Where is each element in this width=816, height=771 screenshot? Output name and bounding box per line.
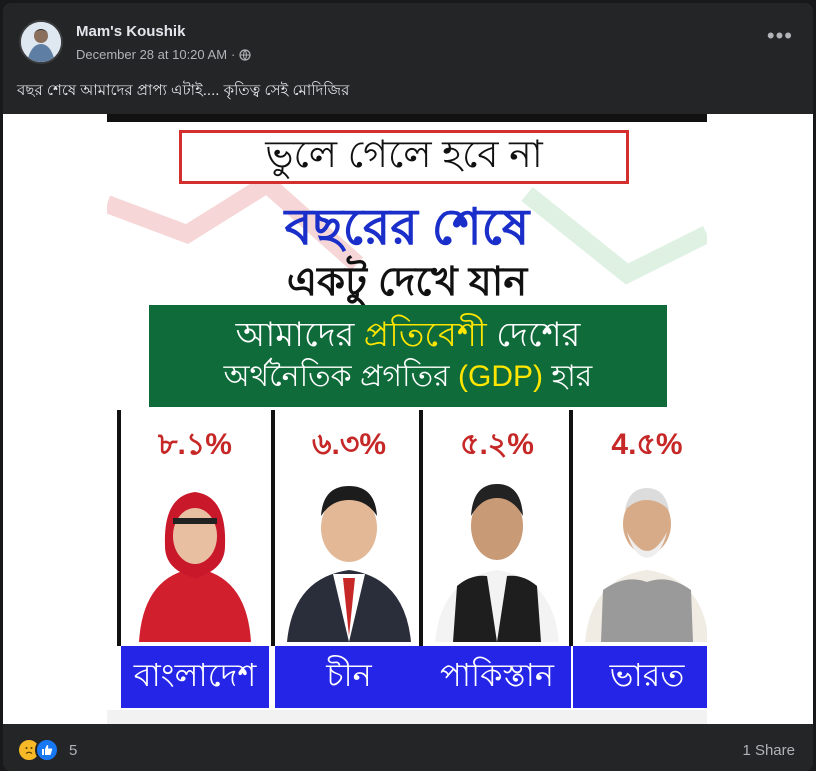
- leader-portrait: [435, 484, 559, 642]
- gdp-title-box: আমাদের প্রতিবেশী দেশের অর্থনৈতিক প্রগতির…: [149, 305, 667, 407]
- meta-separator: ·: [231, 47, 236, 62]
- country-column-india: 4.৫% ভারত: [573, 410, 707, 710]
- country-name: ভারত: [573, 646, 707, 708]
- country-name: বাংলাদেশ: [121, 646, 269, 708]
- gdp-percentage: 4.৫%: [611, 428, 683, 461]
- country-name: পাকিস্তান: [423, 646, 571, 708]
- gdp-title-text: দেশের: [486, 316, 581, 354]
- poster-bottom-strip: [107, 710, 707, 724]
- gdp-title-text: আমাদের: [235, 316, 364, 354]
- avatar-picture: [21, 22, 61, 62]
- gdp-percentage: ৬.৩%: [311, 428, 387, 461]
- gdp-title-text: অর্থনৈতিক প্রগতির: [223, 360, 458, 393]
- country-name: চীন: [275, 646, 423, 708]
- post-footer: 5 1 Share: [3, 724, 813, 771]
- reactions-summary[interactable]: 5: [17, 738, 77, 762]
- leader-portrait: [585, 488, 707, 642]
- country-column-pakistan: ৫.২% পাকিস্তান: [423, 410, 571, 710]
- gdp-percentage: ৮.১%: [158, 428, 232, 461]
- gdp-poster: ভুলে গেলে হবে না বছরের শেষে একটু দেখে যা…: [107, 114, 707, 724]
- gdp-title-line2: অর্থনৈতিক প্রগতির (GDP) হার: [149, 357, 667, 397]
- avatar[interactable]: [19, 20, 63, 64]
- poster-banner: ভুলে গেলে হবে না: [179, 130, 629, 184]
- post-meta: December 28 at 10:20 AM ·: [76, 47, 251, 62]
- post-card: Mam's Koushik December 28 at 10:20 AM · …: [3, 3, 813, 771]
- gdp-title-highlight: প্রতিবেশী: [363, 316, 487, 354]
- reaction-count: 5: [69, 741, 78, 759]
- share-count[interactable]: 1 Share: [742, 742, 795, 759]
- gdp-label: (GDP): [458, 360, 543, 393]
- post-timestamp[interactable]: December 28 at 10:20 AM: [76, 47, 227, 62]
- leader-portrait: [287, 486, 411, 642]
- leader-portrait: [139, 492, 251, 642]
- sad-face-glyph: [25, 747, 33, 754]
- post-caption: বছর শেষে আমাদের প্রাপ্য এটাই.... কৃতিত্ব…: [17, 82, 350, 99]
- gdp-title-line1: আমাদের প্রতিবেশী দেশের: [149, 313, 667, 357]
- post-image[interactable]: ভুলে গেলে হবে না বছরের শেষে একটু দেখে যা…: [3, 114, 813, 724]
- globe-icon: [239, 48, 251, 61]
- gdp-percentage: ৫.২%: [460, 428, 534, 461]
- post-header: Mam's Koushik December 28 at 10:20 AM · …: [3, 3, 813, 73]
- author-name[interactable]: Mam's Koushik: [76, 23, 185, 40]
- gdp-title-text: হার: [543, 360, 593, 393]
- country-column-bangladesh: ৮.১% বাংলাদেশ: [121, 410, 269, 710]
- more-options-icon[interactable]: •••: [767, 25, 793, 47]
- thumbs-up-glyph: [42, 745, 53, 755]
- like-reaction-icon: [35, 738, 59, 762]
- country-column-china: ৬.৩% চীন: [275, 410, 423, 710]
